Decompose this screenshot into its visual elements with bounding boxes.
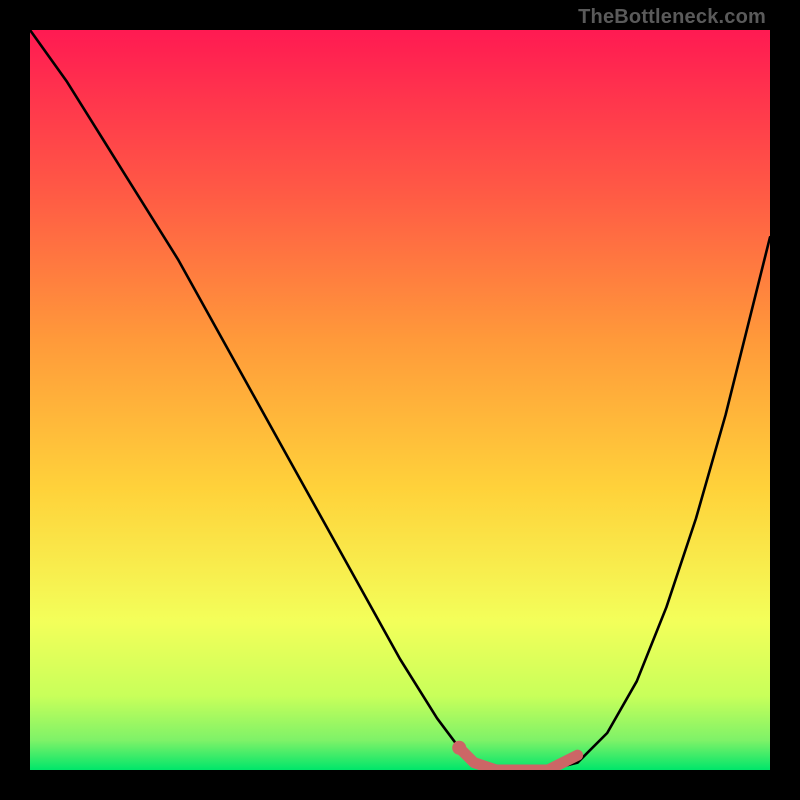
chart-frame [30,30,770,770]
optimal-range-start-dot [452,741,466,755]
chart-svg [30,30,770,770]
watermark-text: TheBottleneck.com [578,6,766,29]
